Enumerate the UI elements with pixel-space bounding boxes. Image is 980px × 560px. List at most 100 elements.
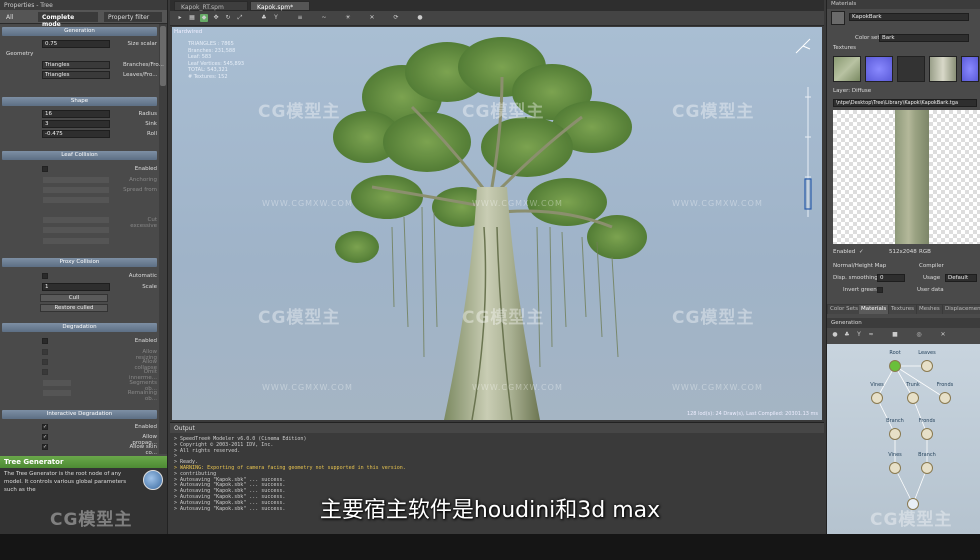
- scroll-thumb[interactable]: [160, 26, 166, 86]
- lod-icon[interactable]: ≡: [296, 14, 304, 22]
- size-scalar-field[interactable]: 0.75: [42, 40, 110, 48]
- rotate-icon[interactable]: ↻: [224, 14, 232, 22]
- delete-icon[interactable]: ✕: [939, 331, 947, 339]
- node-label: Root: [889, 350, 901, 356]
- axis-gizmo-icon[interactable]: [794, 37, 812, 55]
- texture-thumb-specular[interactable]: [929, 56, 957, 82]
- zoom-icon[interactable]: ◎: [915, 331, 923, 339]
- light-icon[interactable]: ☀: [344, 14, 352, 22]
- lc-row-label: Spread from: [123, 187, 157, 193]
- globe-icon[interactable]: [143, 470, 163, 490]
- row-lc-5: [2, 237, 157, 246]
- row-scale: Scale 1: [2, 283, 157, 292]
- disp-smoothing-label: Disp. smoothing: [833, 275, 878, 281]
- watermark-brand: CG模型主: [672, 102, 755, 122]
- leaf-node-icon[interactable]: ♣: [843, 331, 851, 339]
- disp-smoothing-field[interactable]: 0: [877, 274, 905, 282]
- frond-node-icon[interactable]: ≈: [867, 331, 875, 339]
- automatic-checkbox[interactable]: [42, 273, 48, 279]
- tab-kapok-rt[interactable]: Kapok_RT.spm: [174, 1, 248, 11]
- radius-field[interactable]: 16: [42, 110, 110, 118]
- camera-icon[interactable]: ▸: [176, 14, 184, 22]
- usage-dropdown[interactable]: Default: [945, 274, 977, 282]
- row-lc-enabled: Enabled: [2, 165, 157, 174]
- select-icon[interactable]: ◆: [200, 14, 208, 22]
- roll-field[interactable]: -0.475: [42, 130, 110, 138]
- texture-thumb-detail[interactable]: [961, 56, 979, 82]
- help-text: The Tree Generator is the root node of a…: [4, 471, 127, 493]
- right-tabs: Color Sets Materials Textures Meshes Dis…: [827, 304, 980, 314]
- lc-enabled-checkbox[interactable]: [42, 166, 48, 172]
- section-proxy-collision[interactable]: Proxy Collision: [2, 258, 157, 267]
- close-icon[interactable]: ✕: [368, 14, 376, 22]
- leaf-icon[interactable]: ♣: [260, 14, 268, 22]
- tab-color-sets[interactable]: Color Sets: [828, 305, 861, 314]
- graph-node-vines-2[interactable]: [889, 462, 901, 474]
- tab-all[interactable]: All: [2, 12, 36, 22]
- cube-icon[interactable]: ■: [891, 331, 899, 339]
- section-leaf-collision[interactable]: Leaf Collision: [2, 151, 157, 160]
- 3d-viewport[interactable]: Hardwired TRIANGLES : 7865 Branches: 231…: [172, 27, 822, 420]
- tab-materials[interactable]: Materials: [859, 305, 889, 314]
- restore-culled-button[interactable]: Restore culled: [40, 304, 108, 312]
- material-swatch-icon[interactable]: [831, 11, 845, 25]
- tab-textures[interactable]: Textures: [889, 305, 916, 314]
- refresh-icon[interactable]: ⟳: [392, 14, 400, 22]
- section-shape[interactable]: Shape: [2, 97, 157, 106]
- section-generation[interactable]: Generation: [2, 27, 157, 36]
- row-deg-3: Segments ob...: [2, 379, 157, 392]
- deg-checkbox: [42, 369, 48, 375]
- sink-field[interactable]: 3: [42, 120, 110, 128]
- branch-icon[interactable]: Y: [272, 14, 280, 22]
- enabled-checkbox[interactable]: ✓: [859, 249, 864, 255]
- graph-node-root[interactable]: [889, 360, 901, 372]
- allow-skin-checkbox[interactable]: ✓: [42, 444, 48, 450]
- branch-node-icon[interactable]: Y: [855, 331, 863, 339]
- leaves-dropdown[interactable]: Triangles: [42, 71, 110, 79]
- graph-node-fronds-2[interactable]: [921, 428, 933, 440]
- tab-meshes[interactable]: Meshes: [917, 305, 942, 314]
- branches-dropdown[interactable]: Triangles: [42, 61, 110, 69]
- graph-node-vines[interactable]: [871, 392, 883, 404]
- add-node-icon[interactable]: ●: [831, 331, 839, 339]
- texture-path-field[interactable]: \ntpe\Desktop\Tree\Library\Kapok\KapokBa…: [833, 99, 977, 107]
- material-name-dropdown[interactable]: KapokBark: [849, 13, 969, 21]
- ideg-enabled-checkbox[interactable]: ✓: [42, 424, 48, 430]
- graph-node-leaves[interactable]: [921, 360, 933, 372]
- section-degradation[interactable]: Degradation: [2, 323, 157, 332]
- cull-button[interactable]: Cull: [40, 294, 108, 302]
- properties-scrollbar[interactable]: [159, 24, 167, 454]
- properties-panel: Properties - Tree All Complete mode Prop…: [0, 0, 168, 534]
- tab-complete-mode[interactable]: Complete mode: [38, 12, 98, 28]
- graph-node-fronds[interactable]: [939, 392, 951, 404]
- color-set-dropdown[interactable]: Bark: [879, 34, 969, 42]
- bottom-bar: [0, 534, 980, 560]
- graph-node-trunk[interactable]: [907, 392, 919, 404]
- node-label: Vines: [888, 452, 902, 458]
- zoom-slider[interactable]: [804, 87, 812, 217]
- video-subtitle: 主要宿主软件是houdini和3d max: [319, 498, 661, 523]
- graph-node-branch[interactable]: [889, 428, 901, 440]
- render-icon[interactable]: ●: [416, 14, 424, 22]
- wind-icon[interactable]: ~: [320, 14, 328, 22]
- invert-green-checkbox[interactable]: [877, 287, 883, 293]
- scale-icon[interactable]: ⤢: [236, 14, 244, 22]
- move-icon[interactable]: ✥: [212, 14, 220, 22]
- graph-node-branch-2[interactable]: [921, 462, 933, 474]
- grid-icon[interactable]: ▦: [188, 14, 196, 22]
- texture-resolution: 512x2048: [889, 249, 917, 255]
- allow-propag-checkbox[interactable]: ✓: [42, 434, 48, 440]
- texture-thumb-normal[interactable]: [865, 56, 893, 82]
- texture-thumb-diffuse[interactable]: [833, 56, 861, 82]
- property-filter-input[interactable]: Property filter: [104, 12, 162, 22]
- tab-displacements[interactable]: Displacements: [943, 305, 980, 314]
- row-lc-0: Anchoring: [2, 176, 157, 185]
- row-deg-4: Remaining ob...: [2, 389, 157, 402]
- scale-field[interactable]: 1: [42, 283, 110, 291]
- deg-enabled-checkbox[interactable]: [42, 338, 48, 344]
- viewport-stats: TRIANGLES : 7865 Branches: 231,588 Leaf:…: [188, 41, 244, 80]
- section-interactive-degradation[interactable]: Interactive Degradation: [2, 410, 157, 419]
- texture-thumb-empty[interactable]: [897, 56, 925, 82]
- watermark-url: WWW.CGMXW.COM: [262, 199, 353, 208]
- tab-kapok[interactable]: Kapok.spm*: [250, 1, 310, 11]
